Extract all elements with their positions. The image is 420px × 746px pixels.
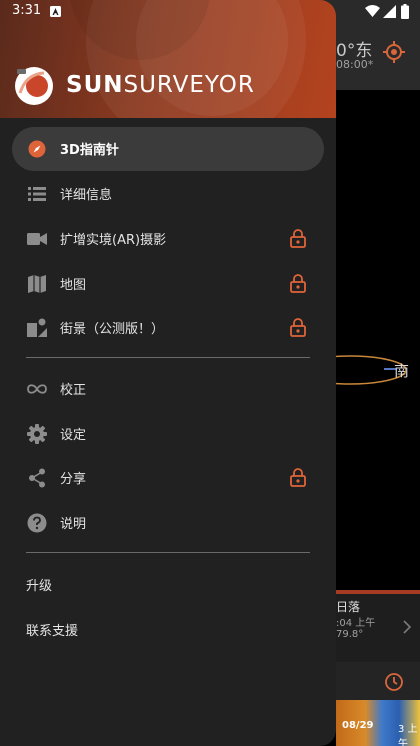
infinity-icon bbox=[26, 378, 48, 400]
lock-icon bbox=[290, 274, 306, 293]
notification-a-icon bbox=[50, 6, 61, 17]
menu-item-settings[interactable]: 设定 bbox=[12, 412, 324, 456]
navigation-drawer: SUNSURVEYOR 3D指南针 详细信息 扩增实境(AR)摄影 地图 街景（… bbox=[0, 0, 336, 746]
compass-icon bbox=[26, 138, 48, 160]
brand-bold: SUN bbox=[66, 72, 124, 98]
app-wordmark: SUNSURVEYOR bbox=[66, 72, 255, 98]
status-bar: 3:31 bbox=[0, 0, 420, 24]
compass-south-label: 南 bbox=[394, 362, 410, 380]
menu-item-3d-compass[interactable]: 3D指南针 bbox=[12, 127, 324, 171]
help-icon bbox=[26, 512, 48, 534]
contact-support-link[interactable]: 联系支援 bbox=[26, 620, 78, 639]
menu-item-ar-photography[interactable]: 扩增实境(AR)摄影 bbox=[12, 217, 324, 261]
timeline-date: 08/29 bbox=[342, 720, 374, 731]
lock-icon bbox=[290, 468, 306, 487]
event-title: 日落 bbox=[336, 600, 361, 614]
lock-icon bbox=[290, 229, 306, 248]
menu-item-calibrate[interactable]: 校正 bbox=[12, 367, 324, 411]
menu-item-details[interactable]: 详细信息 bbox=[12, 172, 324, 216]
share-icon bbox=[26, 467, 48, 489]
menu-item-label: 设定 bbox=[60, 428, 87, 443]
clock-icon[interactable] bbox=[384, 672, 404, 692]
signal-icon bbox=[383, 5, 396, 18]
menu-item-help[interactable]: 说明 bbox=[12, 501, 324, 545]
menu-item-label: 分享 bbox=[60, 472, 87, 487]
battery-icon bbox=[401, 4, 409, 19]
menu-divider bbox=[26, 357, 310, 358]
streetview-icon bbox=[26, 317, 48, 339]
menu-divider bbox=[26, 552, 310, 553]
menu-item-map[interactable]: 地图 bbox=[12, 262, 324, 306]
brand-light: SURVEYOR bbox=[123, 72, 255, 98]
gear-icon bbox=[26, 423, 48, 445]
menu-item-label: 3D指南针 bbox=[60, 143, 119, 158]
sun-surveyor-logo-icon bbox=[15, 67, 53, 105]
timeline-ampm: 3 上午 bbox=[398, 724, 418, 746]
my-location-icon[interactable] bbox=[382, 40, 406, 64]
menu-item-label: 校正 bbox=[60, 383, 87, 398]
event-time: :04 上午 bbox=[336, 618, 376, 629]
menu-item-label: 详细信息 bbox=[60, 188, 113, 203]
wifi-icon bbox=[365, 5, 380, 17]
menu-item-street-view[interactable]: 街景（公测版！） bbox=[12, 306, 324, 350]
list-icon bbox=[26, 183, 48, 205]
menu-item-label: 说明 bbox=[60, 517, 87, 532]
upgrade-link[interactable]: 升级 bbox=[26, 575, 52, 594]
event-angle: 79.8° bbox=[336, 629, 364, 640]
bg-heading-time: 08:00* bbox=[336, 58, 374, 71]
map-icon bbox=[26, 273, 48, 295]
video-camera-icon bbox=[26, 228, 48, 250]
menu-item-label: 街景（公测版！） bbox=[60, 322, 165, 337]
lock-icon bbox=[290, 318, 306, 337]
menu-item-label: 地图 bbox=[60, 278, 87, 293]
status-time: 3:31 bbox=[12, 3, 42, 18]
bg-toolbar bbox=[336, 662, 420, 700]
chevron-right-icon[interactable] bbox=[402, 620, 412, 634]
menu-item-share[interactable]: 分享 bbox=[12, 456, 324, 500]
menu-item-label: 扩增实境(AR)摄影 bbox=[60, 233, 167, 248]
